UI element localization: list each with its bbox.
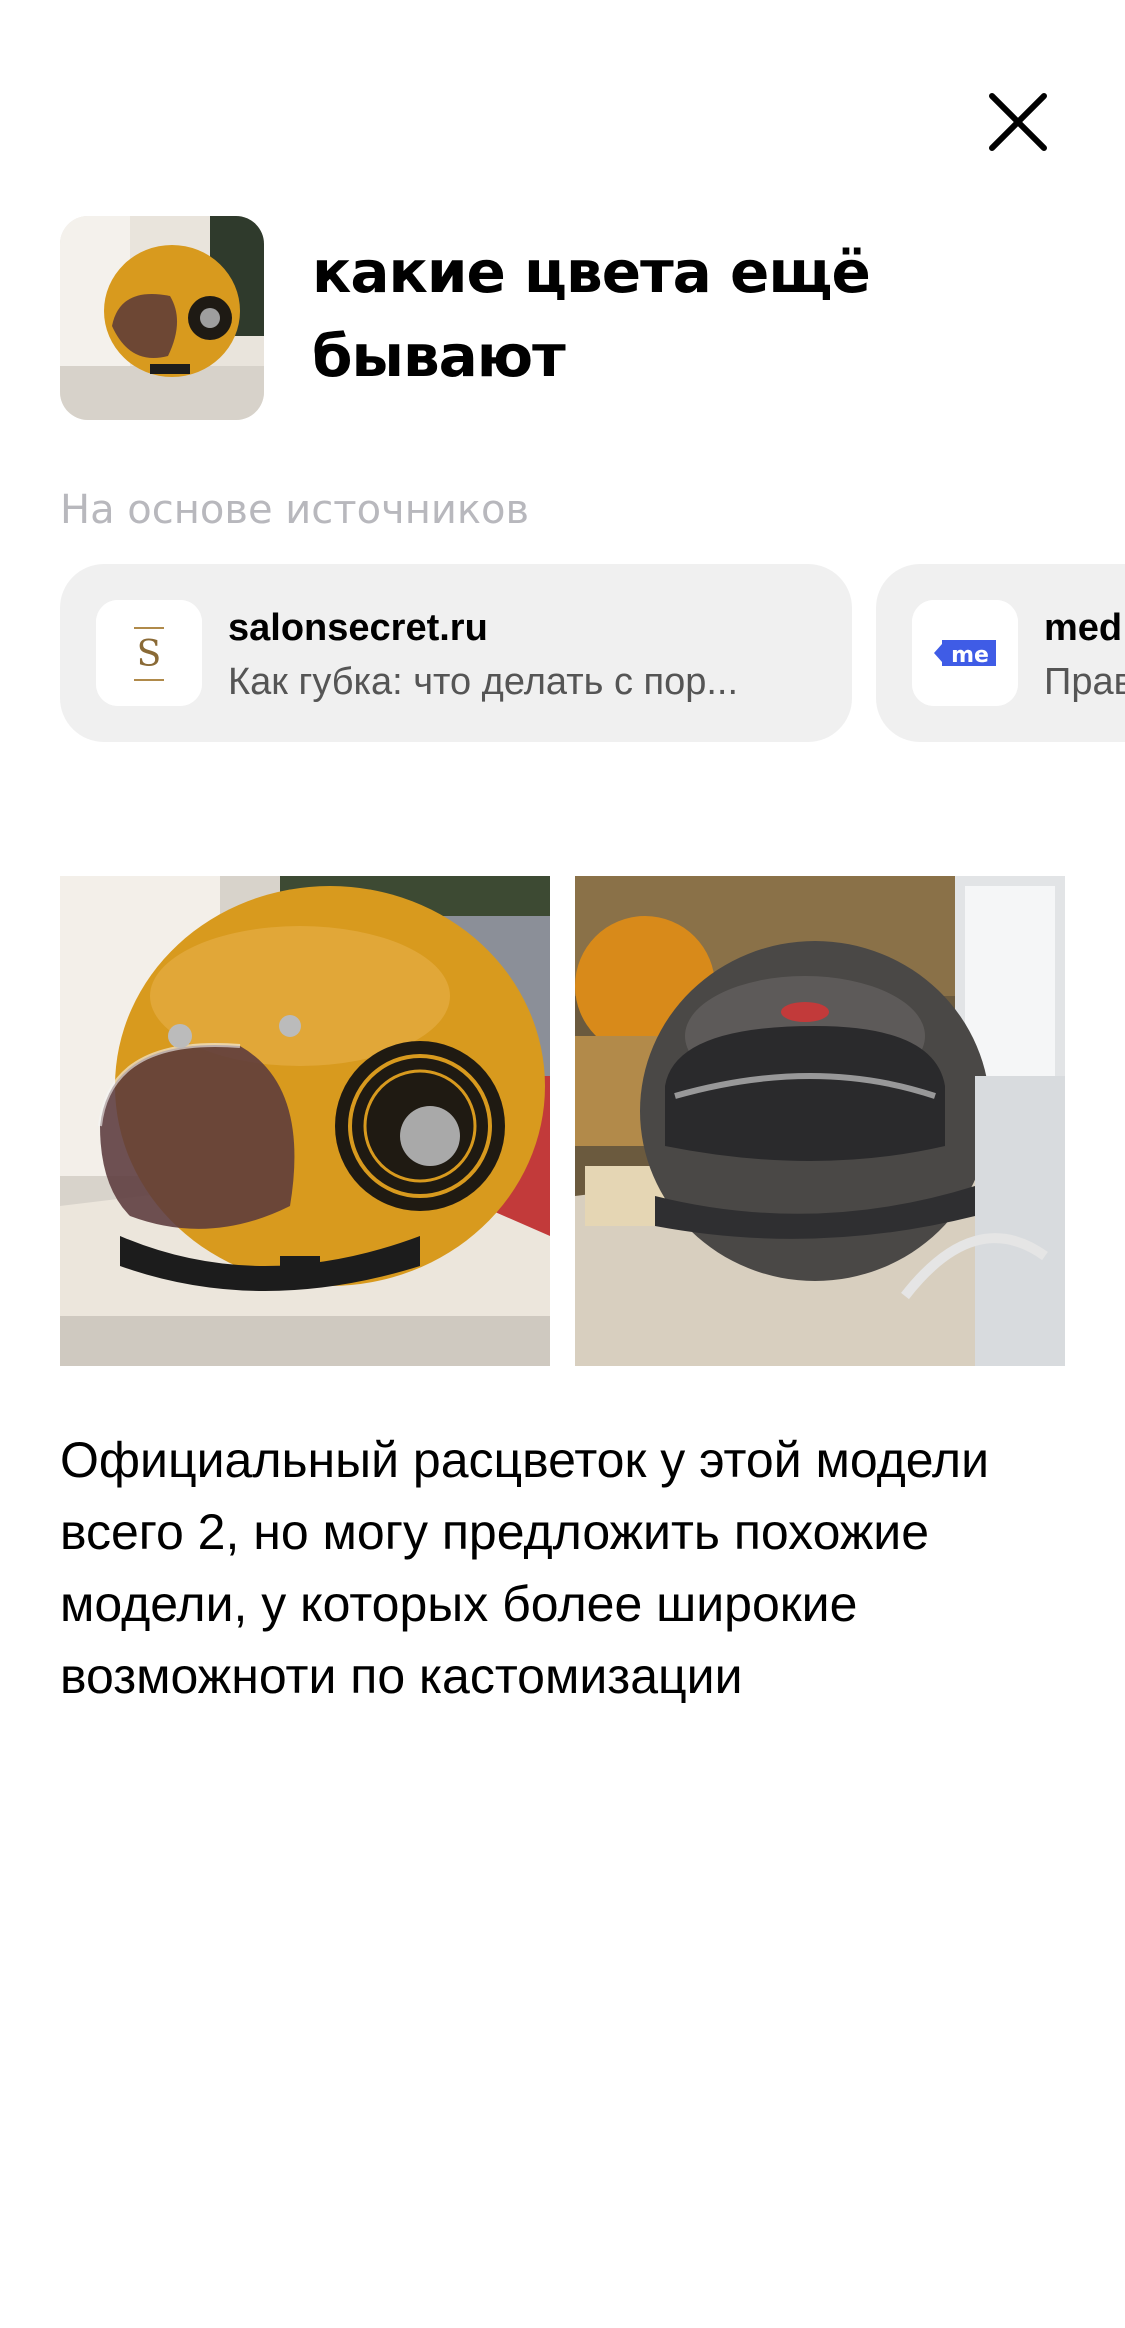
- query-title: какие цвета ещё бывают: [312, 238, 871, 390]
- sources-label: На основе источников: [60, 487, 530, 533]
- query-image-thumbnail[interactable]: [60, 216, 264, 420]
- svg-text:me: me: [951, 643, 989, 668]
- yellow-helmet-photo[interactable]: [60, 876, 550, 1366]
- salonsecret-favicon: S: [96, 600, 202, 706]
- me-favicon: me: [912, 600, 1018, 706]
- answer-text: Официальный расцветок у этой модели всег…: [60, 1432, 990, 1704]
- source-snippet: Прав: [1044, 661, 1125, 703]
- svg-text:S: S: [137, 634, 162, 675]
- close-icon: [989, 93, 1047, 151]
- source-snippet: Как губка: что делать с пор...: [228, 661, 739, 703]
- source-domain: med: [1044, 607, 1123, 649]
- source-card-salonsecret[interactable]: S salonsecret.ru Как губка: что делать с…: [60, 564, 852, 742]
- grey-helmet-photo[interactable]: [575, 876, 1065, 1366]
- source-card-me[interactable]: me med Прав: [876, 564, 1125, 742]
- close-button[interactable]: [978, 82, 1058, 162]
- source-domain: salonsecret.ru: [228, 607, 488, 649]
